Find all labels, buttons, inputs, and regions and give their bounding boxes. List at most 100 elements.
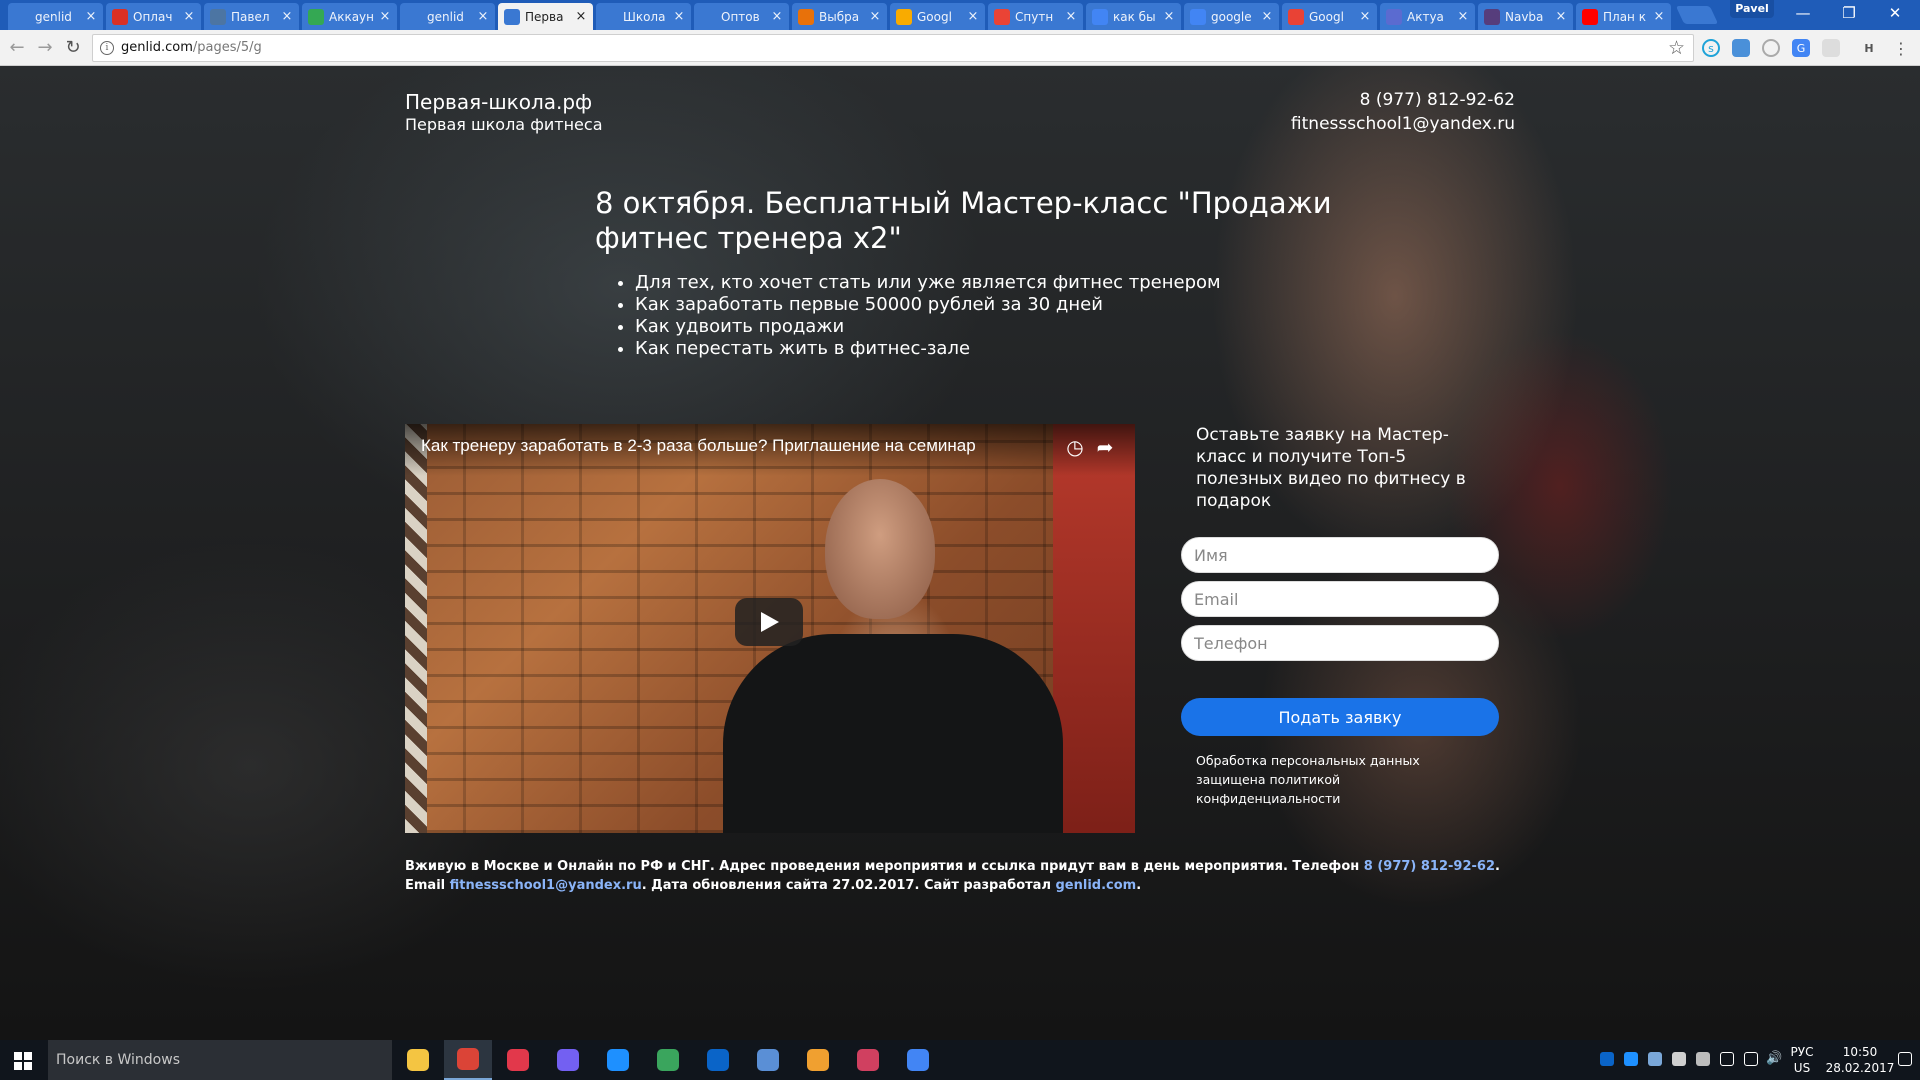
close-tab-icon[interactable]: × <box>575 9 587 24</box>
back-icon[interactable]: ← <box>6 37 28 59</box>
extension-tab-icon[interactable] <box>1732 39 1750 57</box>
video-player[interactable]: Как тренеру заработать в 2-3 раза больше… <box>405 424 1135 833</box>
close-tab-icon[interactable]: × <box>771 9 783 24</box>
close-tab-icon[interactable]: × <box>869 9 881 24</box>
network-icon[interactable] <box>1744 1052 1758 1066</box>
name-input[interactable] <box>1181 537 1499 573</box>
contact-email[interactable]: fitnessschool1@yandex.ru <box>1291 114 1515 134</box>
footer-email-link[interactable]: fitnessschool1@yandex.ru <box>450 878 642 893</box>
opera-icon[interactable] <box>494 1040 542 1080</box>
address-bar[interactable]: i genlid.com/pages/5/g ☆ <box>92 34 1694 62</box>
new-tab-button[interactable] <box>1675 6 1719 24</box>
profile-button[interactable]: Pavel <box>1730 0 1774 18</box>
close-tab-icon[interactable]: × <box>85 9 97 24</box>
browser-tab[interactable]: Оптов × <box>694 3 789 30</box>
start-button[interactable] <box>0 1040 48 1080</box>
translate-icon[interactable]: G <box>1792 39 1810 57</box>
browser-tab[interactable]: Выбра × <box>792 3 887 30</box>
edge-icon[interactable] <box>594 1040 642 1080</box>
contacts-app-icon[interactable] <box>794 1040 842 1080</box>
browser-tab[interactable]: Школа × <box>596 3 691 30</box>
close-window-icon[interactable]: ✕ <box>1872 0 1918 28</box>
action-center-icon[interactable] <box>1898 1052 1912 1066</box>
volume-icon[interactable]: 🔊 <box>1766 1052 1782 1066</box>
contact-phone[interactable]: 8 (977) 812-92-62 <box>1360 90 1515 110</box>
browser-tab[interactable]: Аккаун × <box>302 3 397 30</box>
network-app-icon[interactable] <box>844 1040 892 1080</box>
browser-tab[interactable]: как бы × <box>1086 3 1181 30</box>
watch-later-icon[interactable]: ◷ <box>1063 435 1087 459</box>
browser-tab[interactable]: Актуа × <box>1380 3 1475 30</box>
reload-icon[interactable]: ↻ <box>62 37 84 59</box>
browser-tab[interactable]: Павел × <box>204 3 299 30</box>
list-item: Для тех, кто хочет стать или уже являетс… <box>635 272 1221 294</box>
outlook-icon[interactable] <box>694 1040 742 1080</box>
maximize-icon[interactable]: ❐ <box>1826 0 1872 28</box>
close-tab-icon[interactable]: × <box>183 9 195 24</box>
submit-button[interactable]: Подать заявку <box>1181 698 1499 736</box>
browser-tab[interactable]: genlid × <box>400 3 495 30</box>
extension-h-icon[interactable]: H <box>1860 39 1878 57</box>
close-tab-icon[interactable]: × <box>281 9 293 24</box>
taskbar-search[interactable]: Поиск в Windows <box>48 1040 392 1080</box>
browser-tab[interactable]: Googl × <box>1282 3 1377 30</box>
tray-outlook-icon[interactable] <box>1600 1052 1614 1066</box>
remote-desktop-icon[interactable] <box>744 1040 792 1080</box>
extension-s-icon[interactable]: s <box>1702 39 1720 57</box>
browser-tab[interactable]: genlid × <box>8 3 103 30</box>
play-button[interactable] <box>735 598 803 646</box>
layout-label: US <box>1793 1061 1811 1075</box>
clock[interactable]: 10:50 28.02.2017 <box>1826 1040 1895 1080</box>
viber-icon <box>557 1049 579 1071</box>
footer-phone-link[interactable]: 8 (977) 812-92-62 <box>1364 859 1495 874</box>
tray-app-icon[interactable] <box>1648 1052 1662 1066</box>
extension-circle-icon[interactable] <box>1762 39 1780 57</box>
browser-tab[interactable]: Googl × <box>890 3 985 30</box>
tray-shield-icon[interactable] <box>1672 1052 1686 1066</box>
browser-tab[interactable]: Перва × <box>498 3 593 30</box>
genlid-icon <box>504 8 520 25</box>
tray-grid-icon[interactable] <box>1696 1052 1710 1066</box>
minimize-icon[interactable]: — <box>1780 0 1826 28</box>
video-title[interactable]: Как тренеру заработать в 2-3 раза больше… <box>421 436 976 456</box>
genlid-icon <box>14 8 30 25</box>
browser-tab[interactable]: Спутн × <box>988 3 1083 30</box>
browser-tab[interactable]: Navba × <box>1478 3 1573 30</box>
footer-part: Вживую в Москве и Онлайн по РФ и СНГ. Ад… <box>405 859 1364 874</box>
brand-name[interactable]: Первая-школа.рф <box>405 90 592 114</box>
close-tab-icon[interactable]: × <box>1653 9 1665 24</box>
bookmark-star-icon[interactable]: ☆ <box>1668 37 1685 59</box>
google-tag-icon <box>896 8 912 25</box>
file-explorer-icon <box>407 1049 429 1071</box>
forward-icon[interactable]: → <box>34 37 56 59</box>
browser-tab[interactable]: Оплач × <box>106 3 201 30</box>
spiral-app-icon[interactable] <box>644 1040 692 1080</box>
browser-tab[interactable]: google × <box>1184 3 1279 30</box>
language-indicator[interactable]: РУС US <box>1782 1040 1822 1080</box>
close-tab-icon[interactable]: × <box>967 9 979 24</box>
viber-icon[interactable] <box>544 1040 592 1080</box>
extension-puzzle-icon[interactable] <box>1822 39 1840 57</box>
chrome-icon[interactable] <box>444 1040 492 1080</box>
email-input[interactable] <box>1181 581 1499 617</box>
close-tab-icon[interactable]: × <box>1555 9 1567 24</box>
footer-site-link[interactable]: genlid.com <box>1056 878 1137 893</box>
close-tab-icon[interactable]: × <box>1359 9 1371 24</box>
share-icon[interactable]: ➦ <box>1093 435 1117 459</box>
close-tab-icon[interactable]: × <box>379 9 391 24</box>
close-tab-icon[interactable]: × <box>1163 9 1175 24</box>
adwords-editor-icon[interactable] <box>894 1040 942 1080</box>
browser-tab[interactable]: План к × <box>1576 3 1671 30</box>
menu-dots-icon[interactable]: ⋮ <box>1892 39 1910 58</box>
benefits-list: Для тех, кто хочет стать или уже являетс… <box>635 272 1221 360</box>
phone-input[interactable] <box>1181 625 1499 661</box>
close-tab-icon[interactable]: × <box>477 9 489 24</box>
battery-icon[interactable] <box>1720 1052 1734 1066</box>
close-tab-icon[interactable]: × <box>1457 9 1469 24</box>
tray-cloud-icon[interactable] <box>1624 1052 1638 1066</box>
close-tab-icon[interactable]: × <box>673 9 685 24</box>
file-explorer-icon[interactable] <box>394 1040 442 1080</box>
close-tab-icon[interactable]: × <box>1261 9 1273 24</box>
close-tab-icon[interactable]: × <box>1065 9 1077 24</box>
site-info-icon[interactable]: i <box>100 41 114 55</box>
